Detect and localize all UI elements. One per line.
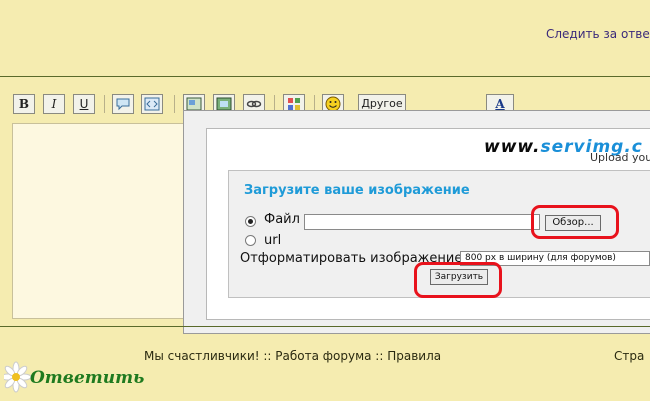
message-textarea[interactable]	[12, 123, 187, 319]
form-title: Загрузите ваше изображение	[244, 183, 470, 198]
footer-pages-link[interactable]: Стра	[614, 349, 644, 363]
toolbar-separator	[104, 95, 105, 113]
toolbar-separator	[174, 95, 175, 113]
footer-links[interactable]: Мы счастливчики! :: Работа форума :: Пра…	[144, 349, 441, 363]
image-upload-icon	[186, 97, 202, 111]
follow-topic-link[interactable]: Следить за отве	[546, 27, 650, 41]
quote-button[interactable]	[112, 94, 134, 114]
reply-button[interactable]: Ответить	[30, 368, 144, 388]
file-path-input[interactable]	[304, 214, 540, 230]
italic-button[interactable]: I	[43, 94, 65, 114]
url-radio[interactable]	[245, 235, 256, 246]
font-icon: A	[495, 97, 505, 111]
quote-bubble-icon	[116, 98, 130, 111]
brand-tagline: Upload you	[590, 151, 650, 164]
code-button[interactable]	[141, 94, 163, 114]
brand-prefix: www.	[484, 137, 541, 157]
underline-button[interactable]: U	[73, 94, 95, 114]
divider	[0, 76, 650, 77]
highlight-browse	[531, 205, 619, 239]
image-icon	[216, 97, 232, 111]
file-label: Файл	[264, 212, 300, 227]
code-icon	[144, 97, 160, 111]
url-label: url	[264, 233, 282, 248]
divider	[0, 326, 650, 327]
bold-button[interactable]: B	[13, 94, 35, 114]
color-palette-icon	[288, 98, 300, 110]
link-icon	[246, 100, 262, 108]
highlight-upload	[414, 262, 502, 298]
file-radio[interactable]	[245, 216, 256, 227]
